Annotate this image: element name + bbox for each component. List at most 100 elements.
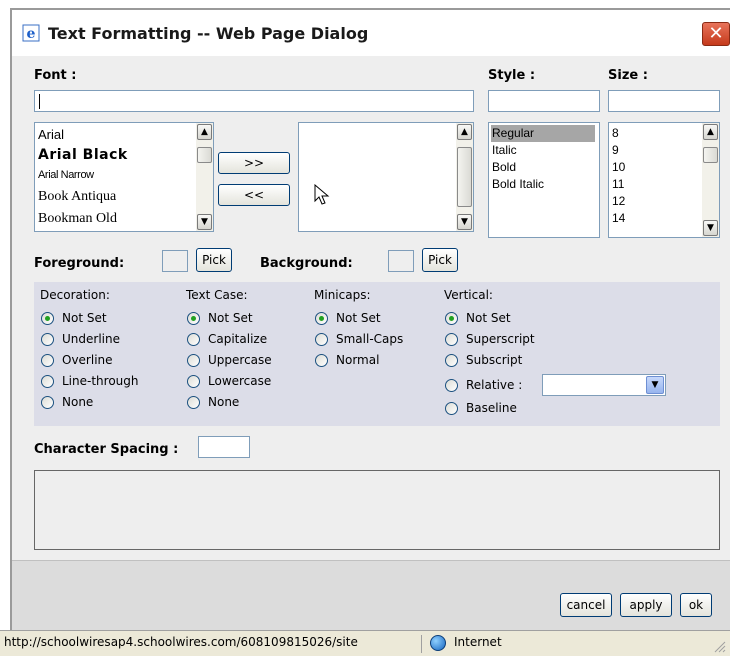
font-list[interactable]: Arial Arial Black Arial Narrow Book Anti… <box>34 122 214 232</box>
scroll-up-icon[interactable]: ▲ <box>457 124 472 140</box>
minicaps-small-caps-radio[interactable] <box>315 333 328 346</box>
decoration-none-radio[interactable] <box>41 396 54 409</box>
vertical-option-label: Baseline <box>466 401 517 415</box>
background-swatch[interactable] <box>388 250 414 272</box>
vertical-baseline-radio[interactable] <box>445 402 458 415</box>
scroll-thumb[interactable] <box>703 147 718 163</box>
remove-font-button[interactable]: << <box>218 184 290 206</box>
decoration-option-label: Underline <box>62 332 120 346</box>
decoration-option-label: Overline <box>62 353 113 367</box>
style-input[interactable] <box>488 90 600 112</box>
minicaps-option-label: Small-Caps <box>336 332 404 346</box>
minicaps-option-label: Normal <box>336 353 380 367</box>
style-label: Style : <box>488 68 536 83</box>
formatting-options-panel: Decoration: Not Set Underline Overline L… <box>34 282 720 426</box>
apply-button[interactable]: apply <box>620 593 672 617</box>
text-case-not-set-radio[interactable] <box>187 312 200 325</box>
size-option[interactable]: 11 <box>612 177 624 191</box>
text-case-option-label: None <box>208 395 240 409</box>
decoration-option-label: Not Set <box>62 311 107 325</box>
text-case-lowercase-radio[interactable] <box>187 375 200 388</box>
vertical-relative-radio[interactable] <box>445 379 458 392</box>
font-list-item[interactable]: Arial Narrow <box>38 169 94 181</box>
selected-fonts-list[interactable]: ▲ ▼ <box>298 122 474 232</box>
vertical-option-label: Superscript <box>466 332 535 346</box>
size-input[interactable] <box>608 90 720 112</box>
font-list-item[interactable]: Bookman Old <box>38 211 117 227</box>
text-case-capitalize-radio[interactable] <box>187 333 200 346</box>
vertical-option-label: Relative : <box>466 378 523 392</box>
status-bar: http://schoolwiresap4.schoolwires.com/60… <box>0 630 730 656</box>
text-case-heading: Text Case: <box>186 288 248 302</box>
vertical-option-label: Not Set <box>466 311 511 325</box>
size-list[interactable]: 8 9 10 11 12 14 ▲ ▼ <box>608 122 720 238</box>
close-icon: ✕ <box>708 23 724 44</box>
selected-fonts-scrollbar[interactable]: ▲ ▼ <box>456 123 473 231</box>
dialog-title: Text Formatting -- Web Page Dialog <box>48 24 369 43</box>
svg-text:e: e <box>27 26 36 42</box>
size-option[interactable]: 8 <box>612 126 619 140</box>
scroll-up-icon[interactable]: ▲ <box>197 124 212 140</box>
background-pick-button[interactable]: Pick <box>422 248 458 272</box>
vertical-not-set-radio[interactable] <box>445 312 458 325</box>
size-list-scrollbar[interactable]: ▲ ▼ <box>702 123 719 237</box>
scroll-up-icon[interactable]: ▲ <box>703 124 718 140</box>
mouse-pointer-icon <box>314 184 330 205</box>
scroll-thumb[interactable] <box>457 147 472 207</box>
globe-icon <box>430 635 446 651</box>
decoration-line-through-radio[interactable] <box>41 375 54 388</box>
text-case-none-radio[interactable] <box>187 396 200 409</box>
style-option[interactable]: Bold <box>492 160 516 174</box>
style-option[interactable]: Regular <box>492 126 534 140</box>
internet-explorer-icon: e <box>22 24 40 42</box>
decoration-underline-radio[interactable] <box>41 333 54 346</box>
foreground-swatch[interactable] <box>162 250 188 272</box>
size-option[interactable]: 10 <box>612 160 625 174</box>
text-cursor <box>39 94 40 109</box>
chevron-down-icon[interactable]: ▼ <box>646 376 664 394</box>
character-spacing-input[interactable] <box>198 436 250 458</box>
text-case-option-label: Capitalize <box>208 332 268 346</box>
decoration-option-label: Line-through <box>62 374 139 388</box>
vertical-option-label: Subscript <box>466 353 523 367</box>
size-option[interactable]: 12 <box>612 194 625 208</box>
background-label: Background: <box>260 256 353 271</box>
ok-button[interactable]: ok <box>680 593 712 617</box>
scroll-down-icon[interactable]: ▼ <box>197 214 212 230</box>
character-spacing-label: Character Spacing : <box>34 442 179 457</box>
scroll-down-icon[interactable]: ▼ <box>703 220 718 236</box>
text-case-option-label: Not Set <box>208 311 253 325</box>
style-option[interactable]: Bold Italic <box>492 177 544 191</box>
resize-grip-icon[interactable] <box>712 639 726 653</box>
scroll-down-icon[interactable]: ▼ <box>457 214 472 230</box>
cancel-button[interactable]: cancel <box>560 593 612 617</box>
size-option[interactable]: 9 <box>612 143 619 157</box>
dialog-button-bar: cancel apply ok <box>12 560 730 630</box>
font-list-item[interactable]: Arial <box>38 127 64 142</box>
foreground-label: Foreground: <box>34 256 125 271</box>
status-url: http://schoolwiresap4.schoolwires.com/60… <box>4 635 422 653</box>
text-case-uppercase-radio[interactable] <box>187 354 200 367</box>
decoration-not-set-radio[interactable] <box>41 312 54 325</box>
dialog-titlebar: e Text Formatting -- Web Page Dialog ✕ <box>10 8 730 56</box>
size-option[interactable]: 14 <box>612 211 625 225</box>
vertical-superscript-radio[interactable] <box>445 333 458 346</box>
add-font-button[interactable]: >> <box>218 152 290 174</box>
scroll-thumb[interactable] <box>197 147 212 163</box>
style-list[interactable]: Regular Italic Bold Bold Italic <box>488 122 600 238</box>
preview-area <box>34 470 720 550</box>
decoration-heading: Decoration: <box>40 288 110 302</box>
decoration-overline-radio[interactable] <box>41 354 54 367</box>
close-button[interactable]: ✕ <box>702 22 730 46</box>
font-list-scrollbar[interactable]: ▲ ▼ <box>196 123 213 231</box>
vertical-heading: Vertical: <box>444 288 493 302</box>
font-list-item[interactable]: Book Antiqua <box>38 189 116 205</box>
relative-offset-select[interactable]: ▼ <box>542 374 666 396</box>
foreground-pick-button[interactable]: Pick <box>196 248 232 272</box>
style-option[interactable]: Italic <box>492 143 517 157</box>
vertical-subscript-radio[interactable] <box>445 354 458 367</box>
minicaps-normal-radio[interactable] <box>315 354 328 367</box>
font-list-item[interactable]: Arial Black <box>38 147 128 163</box>
font-input[interactable] <box>34 90 474 112</box>
minicaps-not-set-radio[interactable] <box>315 312 328 325</box>
